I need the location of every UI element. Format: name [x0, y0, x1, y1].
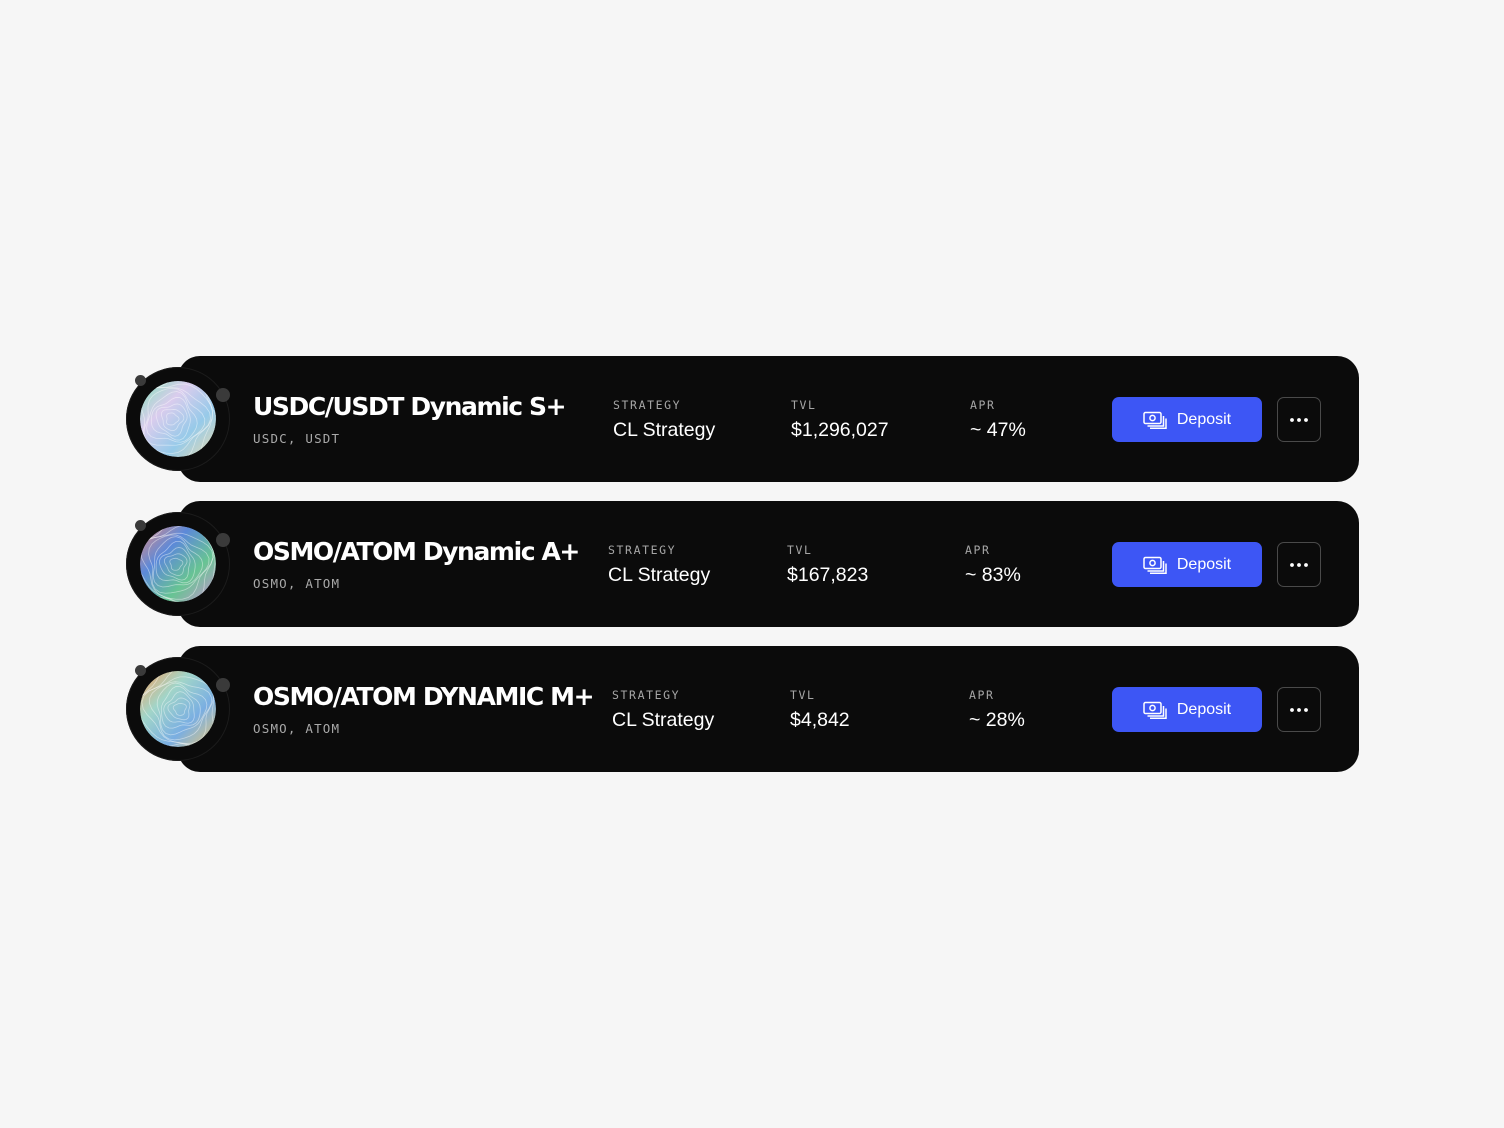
vault-orb-icon [140, 671, 216, 747]
tvl-stat: TVL $167,823 [787, 543, 868, 587]
apr-stat: APR ~ 83% [965, 543, 1021, 587]
tvl-label: TVL [787, 543, 813, 557]
apr-label: APR [970, 398, 996, 412]
strategy-value: CL Strategy [608, 564, 711, 586]
apr-value: ~ 47% [970, 419, 1026, 441]
logo-dot [135, 520, 146, 531]
apr-stat: APR ~ 28% [969, 688, 1025, 732]
vault-name: OSMO/ATOM Dynamic A+ [253, 537, 580, 566]
vault-row-osmo-atom-m: OSMO/ATOM DYNAMIC M+ OSMO, ATOM STRATEGY… [126, 646, 1359, 772]
vault-logo [126, 512, 230, 616]
deposit-label: Deposit [1176, 410, 1232, 428]
tvl-stat: TVL $1,296,027 [791, 398, 889, 442]
logo-dot [135, 665, 146, 676]
strategy-value: CL Strategy [612, 709, 715, 731]
apr-value: ~ 83% [965, 564, 1021, 586]
more-horizontal-icon [1290, 707, 1308, 712]
tvl-value: $4,842 [790, 709, 850, 731]
vault-name: USDC/USDT Dynamic S+ [253, 392, 567, 421]
apr-stat: APR ~ 47% [970, 398, 1026, 442]
vault-assets: OSMO, ATOM [253, 721, 341, 736]
more-options-button[interactable] [1277, 397, 1321, 442]
deposit-label: Deposit [1176, 700, 1232, 718]
strategy-stat: STRATEGY CL Strategy [613, 398, 715, 442]
vault-logo [126, 367, 230, 471]
logo-dot [216, 388, 230, 402]
deposit-button[interactable]: Deposit [1112, 397, 1262, 442]
apr-label: APR [969, 688, 995, 702]
vault-orb-icon [140, 526, 216, 602]
strategy-label: STRATEGY [613, 398, 682, 412]
more-horizontal-icon [1290, 562, 1308, 567]
tvl-label: TVL [790, 688, 816, 702]
strategy-value: CL Strategy [613, 419, 716, 441]
strategy-stat: STRATEGY CL Strategy [612, 688, 714, 732]
strategy-stat: STRATEGY CL Strategy [608, 543, 710, 587]
vault-assets: OSMO, ATOM [253, 576, 341, 591]
vault-orb-icon [140, 381, 216, 457]
deposit-button[interactable]: Deposit [1112, 542, 1262, 587]
vault-row-usdc-usdt: USDC/USDT Dynamic S+ USDC, USDT STRATEGY… [126, 356, 1359, 482]
vault-logo [126, 657, 230, 761]
logo-dot [216, 533, 230, 547]
deposit-label: Deposit [1176, 555, 1232, 573]
apr-label: APR [965, 543, 991, 557]
deposit-button[interactable]: Deposit [1112, 687, 1262, 732]
cash-icon [1143, 701, 1167, 719]
vault-row-osmo-atom-a: OSMO/ATOM Dynamic A+ OSMO, ATOM STRATEGY… [126, 501, 1359, 627]
tvl-value: $167,823 [787, 564, 869, 586]
more-options-button[interactable] [1277, 542, 1321, 587]
cash-icon [1143, 556, 1167, 574]
cash-icon [1143, 411, 1167, 429]
more-options-button[interactable] [1277, 687, 1321, 732]
logo-dot [135, 375, 146, 386]
more-horizontal-icon [1290, 417, 1308, 422]
strategy-label: STRATEGY [612, 688, 681, 702]
tvl-stat: TVL $4,842 [790, 688, 850, 732]
vault-assets: USDC, USDT [253, 431, 341, 446]
tvl-value: $1,296,027 [791, 419, 889, 441]
strategy-label: STRATEGY [608, 543, 677, 557]
vault-name: OSMO/ATOM DYNAMIC M+ [253, 682, 595, 711]
logo-dot [216, 678, 230, 692]
apr-value: ~ 28% [969, 709, 1025, 731]
tvl-label: TVL [791, 398, 817, 412]
